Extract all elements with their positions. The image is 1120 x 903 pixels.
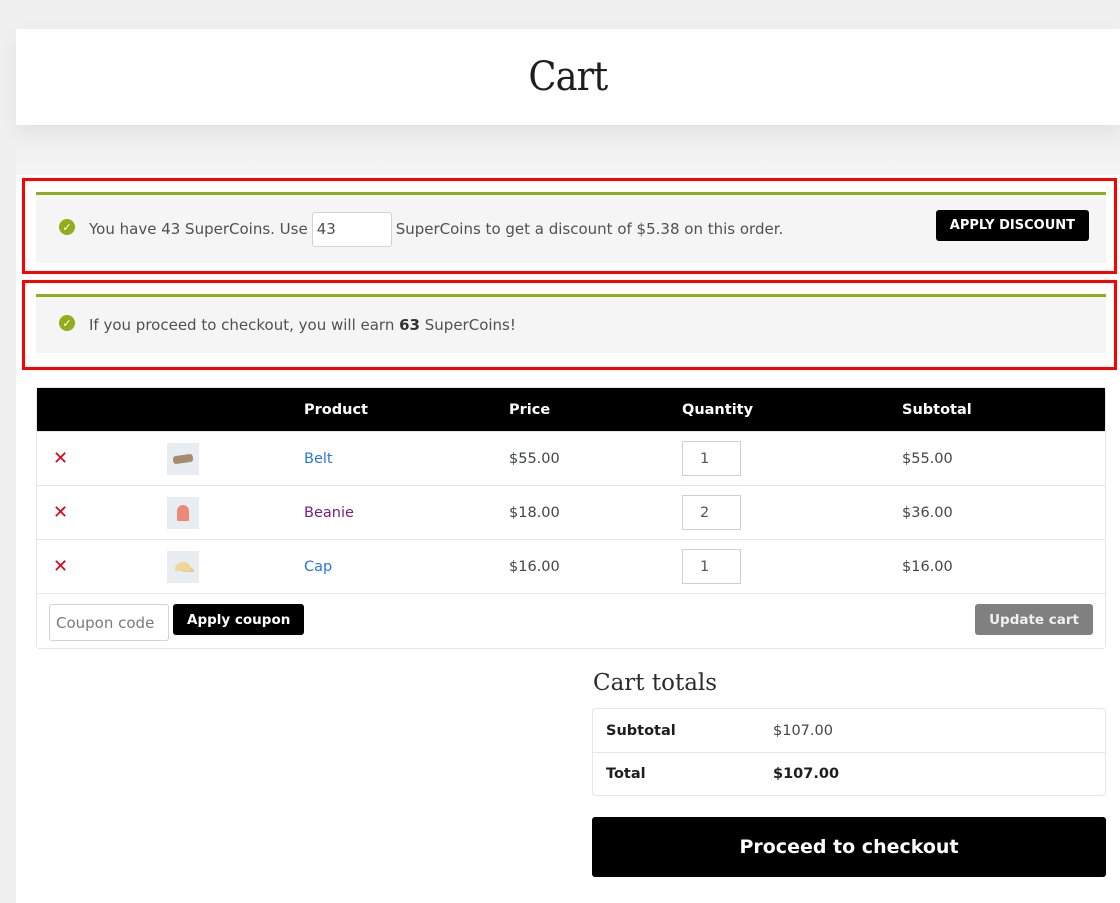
header-subtotal: Subtotal [902, 401, 972, 418]
cart-item-row: ✕ Belt $55.00 $55.00 [37, 431, 1105, 485]
cart-item-row: ✕ Cap $16.00 $16.00 [37, 539, 1105, 593]
remove-item-icon[interactable]: ✕ [53, 556, 68, 577]
discount-text-before: You have 43 SuperCoins. Use [89, 220, 308, 238]
cart-item-row: ✕ Beanie $18.00 $36.00 [37, 485, 1105, 539]
item-subtotal: $36.00 [902, 504, 953, 521]
header-product: Product [304, 401, 368, 418]
supercoins-amount-input[interactable] [311, 211, 392, 247]
product-thumbnail-cap[interactable] [167, 550, 199, 583]
cart-table: Product Price Quantity Subtotal ✕ Belt $… [36, 387, 1106, 649]
check-circle-icon: ✓ [59, 219, 75, 235]
update-cart-button[interactable]: Update cart [975, 604, 1093, 635]
page-title: Cart [528, 54, 609, 100]
cart-totals-title: Cart totals [593, 670, 718, 696]
product-link[interactable]: Cap [304, 559, 332, 575]
proceed-to-checkout-button[interactable]: Proceed to checkout [592, 817, 1106, 877]
subtotal-label: Subtotal [606, 722, 676, 739]
subtotal-value: $107.00 [773, 722, 833, 739]
apply-discount-button[interactable]: APPLY DISCOUNT [935, 210, 1089, 241]
discount-text-after: SuperCoins to get a discount of $5.38 on… [395, 220, 784, 238]
product-link[interactable]: Belt [304, 451, 333, 467]
remove-item-icon[interactable]: ✕ [53, 448, 68, 469]
supercoins-discount-notice: ✓ You have 43 SuperCoins. Use SuperCoins… [36, 192, 1106, 263]
product-thumbnail-belt[interactable] [167, 442, 199, 475]
check-circle-icon: ✓ [59, 315, 75, 331]
item-price: $18.00 [509, 504, 560, 521]
apply-coupon-button[interactable]: Apply coupon [173, 604, 305, 635]
page-header: Cart [16, 29, 1120, 125]
total-label: Total [606, 766, 646, 782]
header-quantity: Quantity [682, 401, 754, 418]
remove-item-icon[interactable]: ✕ [53, 502, 68, 523]
cart-actions: Apply coupon Update cart [37, 593, 1105, 648]
coupon-code-input[interactable] [49, 604, 169, 641]
product-link[interactable]: Beanie [304, 505, 354, 521]
quantity-input[interactable] [682, 495, 741, 530]
header-price: Price [509, 401, 551, 418]
item-subtotal: $55.00 [902, 450, 953, 467]
supercoins-earn-notice: ✓ If you proceed to checkout, you will e… [36, 294, 1106, 353]
subtotal-row: Subtotal $107.00 [593, 709, 1105, 752]
header-gap [16, 125, 1120, 175]
item-price: $16.00 [509, 558, 560, 575]
product-thumbnail-beanie[interactable] [167, 496, 199, 529]
item-price: $55.00 [509, 450, 560, 467]
cart-totals-table: Subtotal $107.00 Total $107.00 [592, 708, 1106, 796]
earn-amount: 63 [399, 316, 420, 334]
item-subtotal: $16.00 [902, 558, 953, 575]
total-row: Total $107.00 [593, 752, 1105, 795]
earn-text-before: If you proceed to checkout, you will ear… [89, 316, 395, 334]
earn-text-after: SuperCoins! [424, 316, 516, 334]
cart-table-header: Product Price Quantity Subtotal [37, 388, 1105, 431]
quantity-input[interactable] [682, 549, 741, 584]
quantity-input[interactable] [682, 441, 741, 476]
total-value: $107.00 [773, 766, 840, 782]
